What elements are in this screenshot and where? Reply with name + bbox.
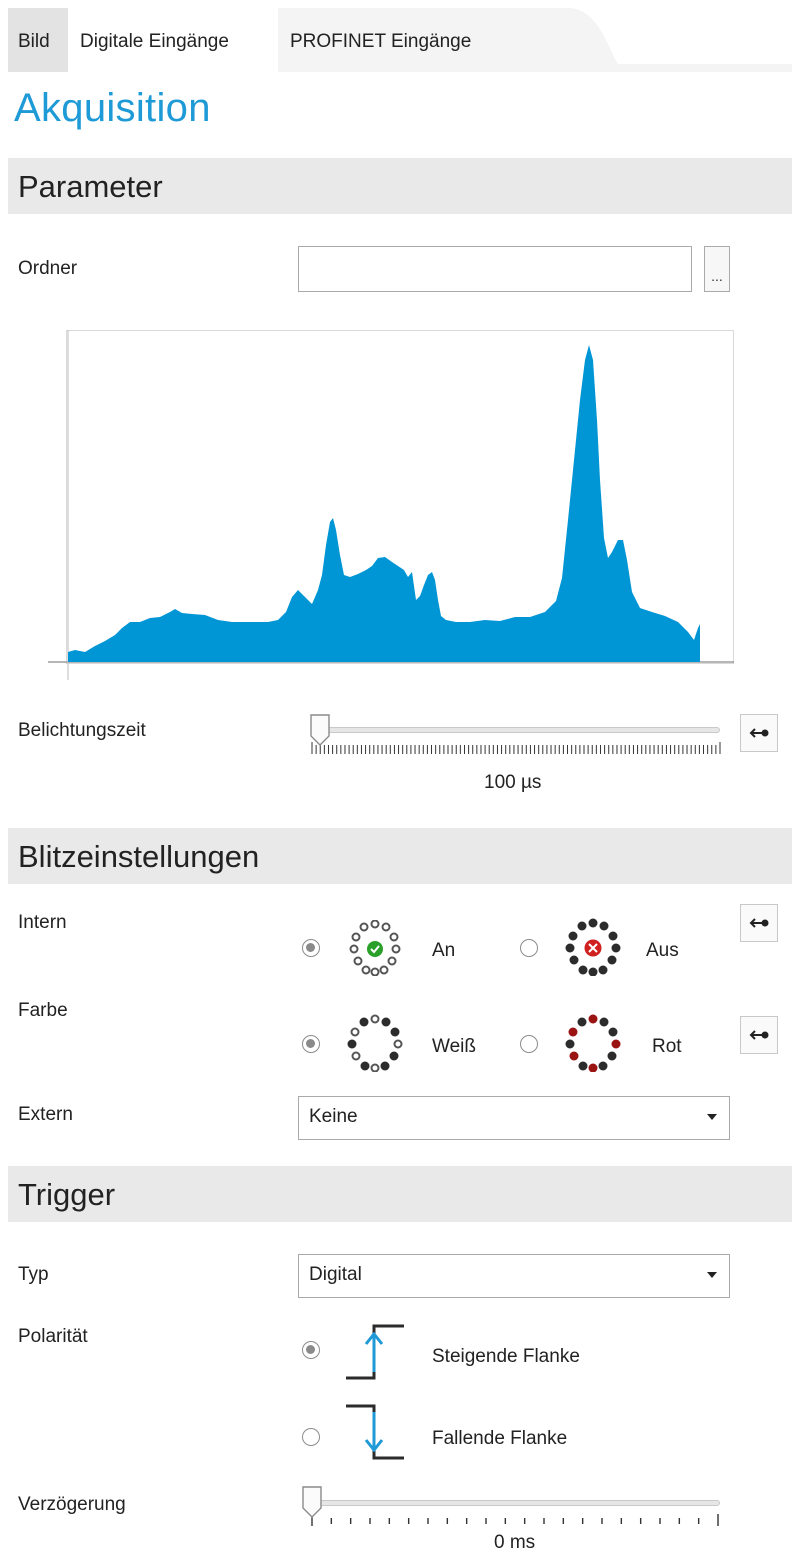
section-header-blitzeinstellungen: Blitzeinstellungen [8, 828, 792, 884]
led-ring-red-icon [565, 1014, 621, 1072]
section-header-trigger: Trigger [8, 1166, 792, 1222]
intern-an-radio[interactable] [302, 939, 320, 957]
belichtungszeit-slider-thumb[interactable] [308, 714, 334, 748]
farbe-weiss-label: Weiß [432, 1036, 476, 1057]
farbe-label: Farbe [18, 1000, 68, 1021]
extern-dropdown-value: Keine [309, 1106, 358, 1127]
extern-label: Extern [18, 1104, 73, 1125]
rising-edge-icon [346, 1324, 404, 1380]
intern-label: Intern [18, 912, 67, 933]
reset-arrow-icon [749, 1030, 769, 1040]
histogram [48, 330, 734, 680]
verzoegerung-ticks [311, 1514, 719, 1526]
led-ring-white-icon [347, 1014, 403, 1072]
farbe-rot-label: Rot [652, 1036, 682, 1057]
chevron-down-icon [707, 1272, 717, 1278]
farbe-reset-button[interactable] [740, 1016, 778, 1054]
belichtungszeit-reset-button[interactable] [740, 714, 778, 752]
typ-dropdown[interactable]: Digital [298, 1254, 730, 1298]
polaritaet-fallend-label: Fallende Flanke [432, 1428, 568, 1449]
verzoegerung-slider[interactable] [306, 1500, 720, 1506]
led-ring-off-icon [565, 918, 621, 976]
polaritaet-steigend-radio[interactable] [302, 1341, 320, 1359]
belichtungszeit-value: 100 µs [484, 772, 542, 793]
reset-arrow-icon [749, 918, 769, 928]
verzoegerung-slider-thumb[interactable] [300, 1486, 326, 1520]
polaritaet-label: Polarität [18, 1326, 88, 1347]
farbe-rot-radio[interactable] [520, 1035, 538, 1053]
typ-label: Typ [18, 1264, 49, 1285]
intern-aus-label: Aus [646, 940, 679, 961]
intern-aus-radio[interactable] [520, 939, 538, 957]
belichtungszeit-slider[interactable] [312, 727, 720, 733]
histogram-area [68, 345, 700, 662]
verzoegerung-value: 0 ms [494, 1532, 536, 1553]
reset-arrow-icon [749, 728, 769, 738]
falling-edge-icon [346, 1404, 404, 1460]
led-ring-on-icon [349, 920, 401, 976]
belichtungszeit-label: Belichtungszeit [18, 720, 146, 741]
intern-an-label: An [432, 940, 456, 961]
belichtungszeit-ticks [311, 742, 721, 754]
polaritaet-steigend-label: Steigende Flanke [432, 1346, 580, 1367]
polaritaet-fallend-radio[interactable] [302, 1428, 320, 1446]
typ-dropdown-value: Digital [309, 1264, 362, 1285]
verzoegerung-label: Verzögerung [18, 1494, 126, 1515]
intern-reset-button[interactable] [740, 904, 778, 942]
chevron-down-icon [707, 1114, 717, 1120]
farbe-weiss-radio[interactable] [302, 1035, 320, 1053]
extern-dropdown[interactable]: Keine [298, 1096, 730, 1140]
